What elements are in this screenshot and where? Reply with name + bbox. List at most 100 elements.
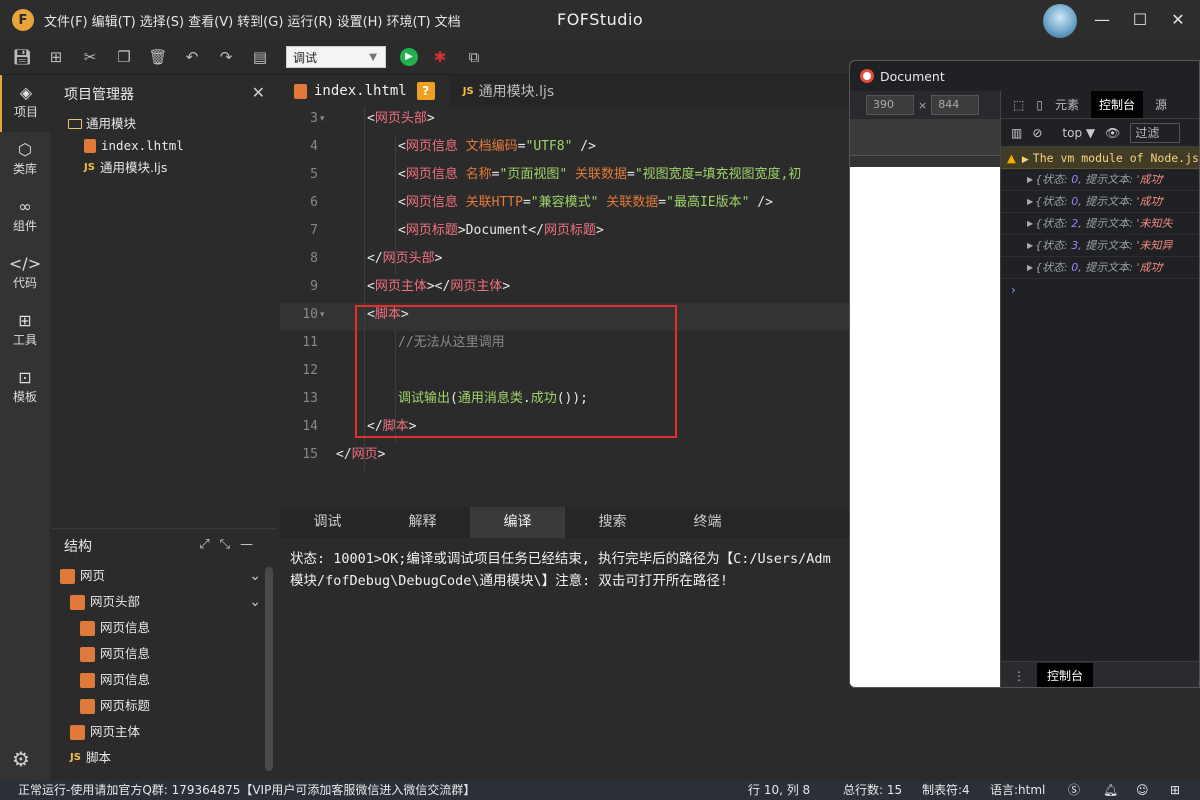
cut-icon[interactable]: ✂ [78,45,102,69]
minimize-icon[interactable]: — [240,537,263,552]
bell-icon[interactable]: 🔔︎ [1103,780,1118,800]
expand-icon[interactable]: ⤢ [199,537,219,552]
tab-elements[interactable]: 元素 [1055,96,1079,113]
run-button[interactable]: ▶ [400,48,418,66]
tree-folder[interactable]: 通用模块 [52,113,277,135]
maximize-icon[interactable]: ☐ [1128,8,1152,32]
tab-output-4[interactable]: 终端 [660,507,755,538]
delete-icon[interactable]: 🗑︎ [146,45,170,69]
console-warning[interactable]: ▲ ▶ The vm module of Node.js [1001,147,1199,169]
more-icon[interactable]: ⋮ [1013,669,1025,683]
tab-output-3[interactable]: 搜索 [565,507,660,538]
menu-item[interactable]: 文件(F) [44,11,88,30]
menu-item[interactable]: 文档 [435,11,461,30]
fold-icon[interactable]: ▾ [320,303,325,327]
tab-index-lhtml[interactable]: index.lhtml ? [280,75,449,107]
tab-console[interactable]: 控制台 [1090,91,1143,118]
menu-item[interactable]: 选择(S) [140,11,184,30]
code-token: < [398,167,406,182]
copy-icon[interactable]: ❐ [112,45,136,69]
code-token: = [658,195,667,210]
tab-size[interactable]: 制表符:4 [922,780,970,800]
tab-sources[interactable]: 源 [1155,96,1167,113]
structure-item[interactable]: JS 脚本 [52,745,277,771]
language-mode[interactable]: 语言:html [990,780,1045,800]
menu-item[interactable]: 设置(H) [337,11,383,30]
structure-item[interactable]: 网页 ⌄ [52,563,277,589]
device-width-input[interactable]: 390 [866,95,914,115]
chevron-down-icon[interactable]: ⌄ [249,589,261,615]
console-log-row[interactable]: ▶ {状态: 0, 提示文本: '成功' [1001,169,1199,191]
console-log-row[interactable]: ▶ {状态: 0, 提示文本: '成功' [1001,191,1199,213]
expand-arrow-icon: ▶ [1027,197,1034,206]
tab-output-1[interactable]: 解释 [375,507,470,538]
eye-icon[interactable]: 👁︎ [1105,126,1120,140]
structure-scrollbar[interactable] [265,567,273,771]
activity-item-4[interactable]: ⊞ 工具 [0,303,50,360]
log-text: {状态: 0, 提示文本: '成功' [1035,173,1165,186]
code-text: <网页信息 关联HTTP="兼容模式" 关联数据="最高IE版本" /> [398,191,773,215]
drawer-tab-console[interactable]: 控制台 [1037,663,1094,687]
collapse-icon[interactable]: ⤡ [220,537,240,552]
output-panel[interactable]: 状态: 10001>OK;编译或调试项目任务已经结束, 执行完毕后的路径为【C:… [280,538,850,780]
structure-item[interactable]: 网页信息 [52,667,277,693]
console-log-row[interactable]: ▶ {状态: 3, 提示文本: '未知异 [1001,235,1199,257]
close-icon[interactable]: ✕ [1166,8,1190,32]
activity-label: 项目 [13,105,38,119]
tab-output-2[interactable]: 编译 [470,507,565,538]
menu-item[interactable]: 查看(V) [188,11,233,30]
sidebar-toggle-icon[interactable]: ▥ [1011,126,1022,140]
console-prompt[interactable]: › [1001,279,1199,301]
menu-item[interactable]: 编辑(T) [92,11,136,30]
device-height-input[interactable]: 844 [931,95,980,115]
clear-console-icon[interactable]: ⊘ [1032,126,1042,140]
user-icon[interactable]: ☺ [1136,780,1149,800]
chevron-down-icon[interactable]: ⌄ [249,563,261,589]
menu-item[interactable]: 转到(G) [237,11,283,30]
grid-icon[interactable]: ⊞ [1170,780,1180,800]
save-icon[interactable]: 💾︎ [10,45,34,69]
structure-item[interactable]: 网页信息 [52,615,277,641]
structure-item[interactable]: 网页信息 [52,641,277,667]
close-icon[interactable]: ✕ [252,83,265,102]
device-toggle-icon[interactable]: ▯ [1036,98,1043,112]
tab-output-0[interactable]: 调试 [280,507,375,538]
code-line: 5 <网页信息 名称="页面视图" 关联数据="视图宽度=填充视图宽度,初 [280,163,850,191]
fold-icon[interactable]: ▾ [320,107,325,131]
tree-file-ljs[interactable]: JS 通用模块.ljs [52,157,277,179]
preview-icon[interactable]: ⧉ [462,45,486,69]
minimize-icon[interactable]: — [1090,8,1114,32]
activity-item-2[interactable]: ∞ 组件 [0,189,50,246]
context-select[interactable]: top ▼ [1052,126,1095,140]
inspect-icon[interactable]: ⬚ [1013,98,1024,112]
activity-item-3[interactable]: </> 代码 [0,246,50,303]
debug-bug-icon[interactable]: ✱ [428,45,452,69]
menu-item[interactable]: 环境(T) [387,11,431,30]
new-file-icon[interactable]: ⊞ [44,45,68,69]
cursor-position[interactable]: 行 10, 列 8 [748,780,810,800]
paste-icon[interactable]: ▤ [248,45,272,69]
tree-file-index[interactable]: index.lhtml [52,135,277,157]
avatar[interactable] [1043,4,1077,38]
console-log-row[interactable]: ▶ {状态: 0, 提示文本: '成功' [1001,257,1199,279]
run-mode-select[interactable]: 调试 ▼ [286,46,386,68]
structure-item[interactable]: 网页头部 ⌄ [52,589,277,615]
console-filter-input[interactable]: 过滤 [1130,122,1181,143]
activity-item-1[interactable]: ⬡ 类库 [0,132,50,189]
dollar-icon[interactable]: Ⓢ [1068,780,1080,800]
code-token: >Document</ [457,223,544,238]
structure-item[interactable]: 网页标题 [52,693,277,719]
tab-ljs[interactable]: JS 通用模块.ljs [449,75,568,107]
log-message: '成功' [1136,173,1165,186]
activity-item-0[interactable]: ◈ 项目 [0,75,50,132]
expand-arrow-icon: ▶ [1027,219,1034,228]
structure-item[interactable]: 网页主体 [52,719,277,745]
undo-icon[interactable]: ↶ [180,45,204,69]
log-key: 状态: [1042,195,1068,208]
activity-item-5[interactable]: ⊡ 模板 [0,360,50,417]
expand-arrow-icon: ▶ [1027,263,1034,272]
console-log-row[interactable]: ▶ {状态: 2, 提示文本: '未知失 [1001,213,1199,235]
settings-icon[interactable]: ⚙ [12,747,30,771]
menu-item[interactable]: 运行(R) [287,11,332,30]
redo-icon[interactable]: ↷ [214,45,238,69]
